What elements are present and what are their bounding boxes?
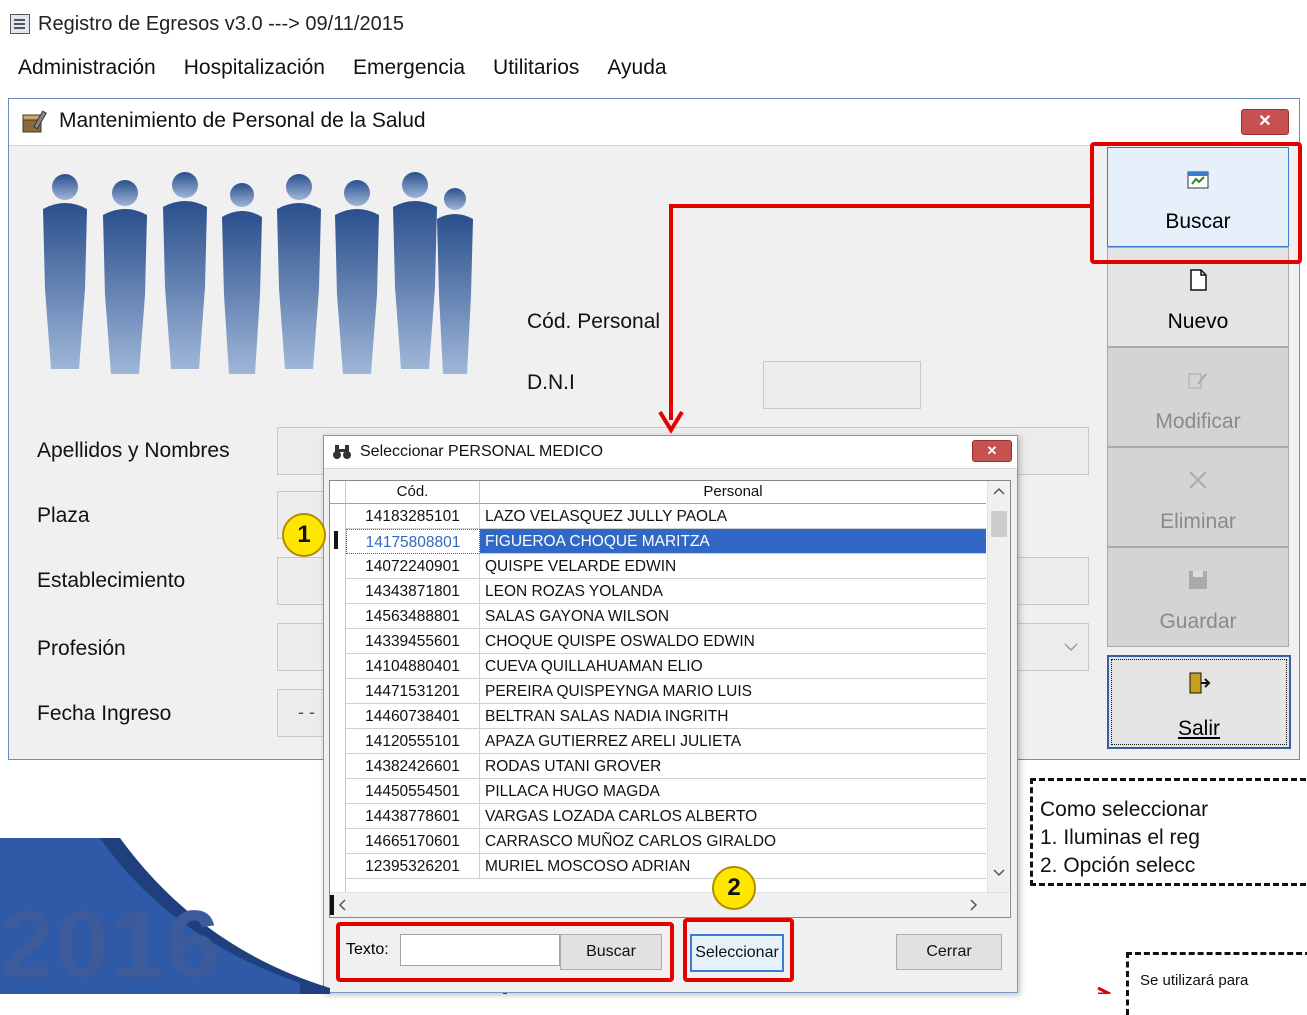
table-row[interactable]: 14104880401 CUEVA QUILLAHUAMAN ELIO [330, 654, 987, 679]
seleccionar-personal-dialog: Seleccionar PERSONAL MEDICO ✕ Cód. Perso… [323, 435, 1018, 993]
cell-cod[interactable]: 14120555101 [346, 729, 480, 754]
cell-cod[interactable]: 14343871801 [346, 579, 480, 604]
cell-cod[interactable]: 14382426601 [346, 754, 480, 779]
cerrar-button[interactable]: Cerrar [896, 934, 1002, 970]
cell-cod[interactable]: 14563488801 [346, 604, 480, 629]
cell-cod[interactable]: 14104880401 [346, 654, 480, 679]
table-row[interactable]: 14563488801 SALAS GAYONA WILSON [330, 604, 987, 629]
cell-personal[interactable]: FIGUEROA CHOQUE MARITZA [480, 529, 986, 554]
row-selector-column [330, 504, 346, 892]
cell-personal[interactable]: CHOQUE QUISPE OSWALDO EDWIN [480, 629, 986, 654]
scroll-down-icon[interactable] [993, 869, 1005, 877]
cell-personal[interactable]: VARGAS LOZADA CARLOS ALBERTO [480, 804, 986, 829]
year-text: 2016 [0, 891, 222, 998]
table-row[interactable]: 14450554501 PILLACA HUGO MAGDA [330, 779, 987, 804]
vertical-scroll-thumb[interactable] [991, 511, 1007, 537]
cell-cod[interactable]: 14438778601 [346, 804, 480, 829]
cell-personal[interactable]: PILLACA HUGO MAGDA [480, 779, 986, 804]
table-row[interactable]: 14438778601 VARGAS LOZADA CARLOS ALBERTO [330, 804, 987, 829]
column-header-personal[interactable]: Personal [480, 481, 986, 504]
note-line-2: 1. Iluminas el reg [1040, 826, 1200, 849]
note-line-3: 2. Opción selecc [1040, 854, 1196, 877]
dialog-title: Seleccionar PERSONAL MEDICO [360, 443, 604, 460]
table-row[interactable]: 14382426601 RODAS UTANI GROVER [330, 754, 987, 779]
dialog-close-button[interactable]: ✕ [972, 440, 1012, 462]
cell-cod[interactable]: 14072240901 [346, 554, 480, 579]
table-row[interactable]: 14343871801 LEON ROZAS YOLANDA [330, 579, 987, 604]
table-row[interactable]: 14120555101 APAZA GUTIERREZ ARELI JULIETA [330, 729, 987, 754]
secondary-note-text: Se utilizará para [1140, 972, 1249, 989]
cell-cod[interactable]: 12395326201 [346, 854, 480, 879]
texto-highlight-box [336, 922, 674, 982]
binoculars-icon [333, 445, 351, 459]
note-line-1: Como seleccionar [1040, 798, 1209, 821]
table-row[interactable]: 14183285101 LAZO VELASQUEZ JULLY PAOLA [330, 504, 987, 529]
cell-cod[interactable]: 14665170601 [346, 829, 480, 854]
cell-cod[interactable]: 14450554501 [346, 779, 480, 804]
table-row[interactable]: 12395326201 MURIEL MOSCOSO ADRIAN [330, 854, 987, 879]
table-row[interactable]: 14175808801 FIGUEROA CHOQUE MARITZA [330, 529, 987, 554]
cell-personal[interactable]: CARRASCO MUÑOZ CARLOS GIRALDO [480, 829, 986, 854]
step-badge-1: 1 [282, 513, 326, 557]
seleccionar-highlight-box [683, 918, 794, 982]
row-pointer [334, 531, 338, 549]
cell-personal[interactable]: CUEVA QUILLAHUAMAN ELIO [480, 654, 986, 679]
scroll-right-icon[interactable] [970, 899, 978, 911]
vertical-scrollbar[interactable] [987, 481, 1010, 892]
table-row[interactable]: 14072240901 QUISPE VELARDE EDWIN [330, 554, 987, 579]
cell-personal[interactable]: QUISPE VELARDE EDWIN [480, 554, 986, 579]
table-row[interactable]: 14471531201 PEREIRA QUISPEYNGA MARIO LUIS [330, 679, 987, 704]
cell-cod[interactable]: 14183285101 [346, 504, 480, 529]
grid-rows: 14183285101 LAZO VELASQUEZ JULLY PAOLA 141… [330, 504, 987, 892]
horizontal-scrollbar[interactable] [330, 892, 1009, 917]
row-header-corner [330, 481, 346, 504]
scroll-up-icon[interactable] [993, 487, 1005, 495]
cell-personal[interactable]: BELTRAN SALAS NADIA INGRITH [480, 704, 986, 729]
column-header-cod[interactable]: Cód. [346, 481, 480, 504]
cell-personal[interactable]: LAZO VELASQUEZ JULLY PAOLA [480, 504, 986, 529]
cell-cod[interactable]: 14471531201 [346, 679, 480, 704]
cell-personal[interactable]: APAZA GUTIERREZ ARELI JULIETA [480, 729, 986, 754]
cell-personal[interactable]: RODAS UTANI GROVER [480, 754, 986, 779]
table-row[interactable]: 14339455601 CHOQUE QUISPE OSWALDO EDWIN [330, 629, 987, 654]
cell-cod[interactable]: 14339455601 [346, 629, 480, 654]
cell-personal[interactable]: PEREIRA QUISPEYNGA MARIO LUIS [480, 679, 986, 704]
cell-cod[interactable]: 14175808801 [346, 529, 480, 554]
personal-grid: Cód. Personal 14183285101 LAZO VELASQUEZ … [329, 480, 1011, 918]
step-badge-2: 2 [712, 866, 756, 910]
table-row[interactable]: 14460738401 BELTRAN SALAS NADIA INGRITH [330, 704, 987, 729]
cell-cod[interactable]: 14460738401 [346, 704, 480, 729]
cell-personal[interactable]: LEON ROZAS YOLANDA [480, 579, 986, 604]
table-row[interactable]: 14665170601 CARRASCO MUÑOZ CARLOS GIRALDO [330, 829, 987, 854]
cell-personal[interactable]: SALAS GAYONA WILSON [480, 604, 986, 629]
